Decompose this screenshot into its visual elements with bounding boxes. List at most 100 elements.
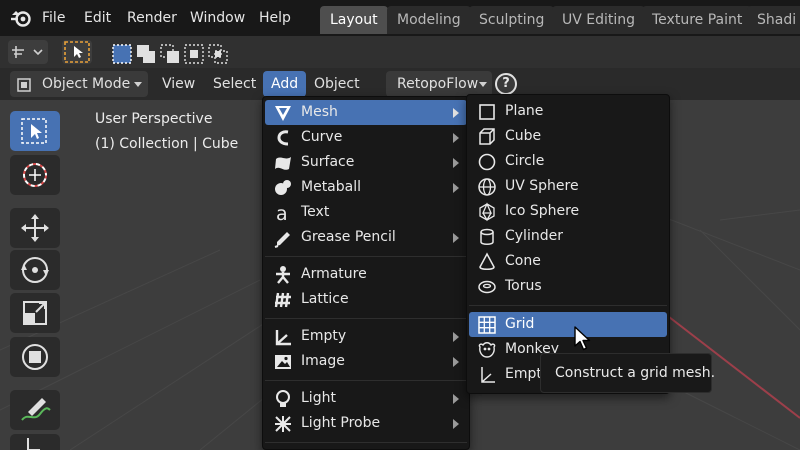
tool-transform[interactable] bbox=[10, 337, 60, 377]
rotate-icon bbox=[21, 257, 49, 283]
view-menu[interactable]: View bbox=[154, 71, 203, 97]
plane-icon bbox=[477, 102, 497, 122]
cursor-select-icon bbox=[64, 41, 90, 63]
scale-icon bbox=[23, 301, 47, 325]
view-perspective-label: User Perspective bbox=[95, 111, 213, 127]
torus-icon bbox=[477, 277, 497, 297]
tab-sculpting[interactable]: Sculpting bbox=[469, 6, 555, 34]
pivot-icon bbox=[12, 46, 43, 58]
help-icon[interactable]: ? bbox=[495, 73, 517, 95]
select-invert-icon[interactable] bbox=[184, 44, 204, 64]
grease-pencil-icon bbox=[273, 228, 293, 248]
submenu-arrow-icon bbox=[453, 332, 459, 342]
tab-uv-editing[interactable]: UV Editing bbox=[552, 6, 646, 34]
menu-label: Image bbox=[301, 353, 345, 369]
mesh-item-cone[interactable]: Cone bbox=[469, 249, 667, 274]
add-menu-item-metaball[interactable]: Metaball bbox=[265, 175, 467, 200]
mesh-item-ico-sphere[interactable]: Ico Sphere bbox=[469, 199, 667, 224]
menu-label: Light bbox=[301, 390, 336, 406]
mesh-item-cylinder[interactable]: Cylinder bbox=[469, 224, 667, 249]
mouse-pointer-icon bbox=[574, 326, 592, 352]
add-menu-item-grease-pencil[interactable]: Grease Pencil bbox=[265, 225, 467, 250]
submenu-arrow-icon bbox=[453, 108, 459, 118]
add-menu-item-armature[interactable]: Armature bbox=[265, 262, 467, 287]
menu-separator bbox=[265, 380, 467, 381]
curve-icon bbox=[273, 128, 293, 148]
light-probe-icon bbox=[273, 414, 293, 434]
menu-separator bbox=[469, 305, 667, 306]
add-menu[interactable]: Add bbox=[263, 71, 307, 97]
menu-render[interactable]: Render bbox=[127, 8, 177, 28]
svg-text:a: a bbox=[276, 203, 288, 223]
retopoflow-label: RetopoFlow bbox=[397, 76, 479, 92]
menu-label: Metaball bbox=[301, 179, 362, 195]
object-mode-icon bbox=[16, 77, 32, 93]
menu-label: Cone bbox=[505, 253, 541, 269]
menu-separator bbox=[265, 318, 467, 319]
add-dropdown-menu: Mesh Curve Surface Metaball a Text Greas… bbox=[262, 96, 470, 450]
menu-help[interactable]: Help bbox=[259, 8, 291, 28]
mesh-item-plane[interactable]: Plane bbox=[469, 99, 667, 124]
uv-sphere-icon bbox=[477, 177, 497, 197]
circle-icon bbox=[477, 152, 497, 172]
menu-separator bbox=[265, 442, 467, 443]
menu-label: Grease Pencil bbox=[301, 229, 396, 245]
tool-scale[interactable] bbox=[10, 293, 60, 333]
menu-label: Cube bbox=[505, 128, 542, 144]
menu-file[interactable]: File bbox=[42, 8, 65, 28]
mesh-item-uv-sphere[interactable]: UV Sphere bbox=[469, 174, 667, 199]
select-intersect-icon[interactable] bbox=[208, 44, 228, 64]
chevron-down-icon bbox=[134, 82, 142, 87]
tab-texture-paint[interactable]: Texture Paint bbox=[642, 6, 753, 34]
menu-edit[interactable]: Edit bbox=[84, 8, 111, 28]
submenu-arrow-icon bbox=[453, 233, 459, 243]
blender-logo-icon[interactable] bbox=[10, 7, 32, 29]
tool-settings-bar bbox=[0, 36, 800, 68]
submenu-arrow-icon bbox=[453, 133, 459, 143]
top-menu-bar: File Edit Render Window Help Layout Mode… bbox=[0, 0, 800, 36]
select-menu[interactable]: Select bbox=[205, 71, 264, 97]
object-menu[interactable]: Object bbox=[306, 71, 368, 97]
menu-label: Plane bbox=[505, 103, 544, 119]
tab-shading[interactable]: Shadi bbox=[747, 6, 800, 34]
empty-mesh-icon bbox=[477, 365, 497, 385]
text-icon: a bbox=[273, 203, 293, 223]
mesh-item-torus[interactable]: Torus bbox=[469, 274, 667, 299]
tool-rotate[interactable] bbox=[10, 250, 60, 290]
surface-icon bbox=[273, 153, 293, 173]
menu-window[interactable]: Window bbox=[190, 8, 245, 28]
select-extend-icon[interactable] bbox=[136, 44, 155, 63]
mesh-item-cube[interactable]: Cube bbox=[469, 124, 667, 149]
select-tool-button[interactable] bbox=[62, 40, 92, 64]
add-menu-item-text[interactable]: a Text bbox=[265, 200, 467, 225]
add-menu-item-light[interactable]: Light bbox=[265, 386, 467, 411]
add-menu-item-image[interactable]: Image bbox=[265, 349, 467, 374]
menu-separator bbox=[265, 256, 467, 257]
mesh-item-circle[interactable]: Circle bbox=[469, 149, 667, 174]
tool-move[interactable] bbox=[10, 208, 60, 248]
menu-label: Armature bbox=[301, 266, 367, 282]
select-new-icon[interactable] bbox=[112, 44, 132, 64]
menu-label: Surface bbox=[301, 154, 355, 170]
annotate-icon bbox=[21, 398, 51, 421]
tool-select-box[interactable] bbox=[10, 111, 60, 151]
tooltip: Construct a grid mesh. bbox=[540, 353, 715, 393]
add-menu-item-lattice[interactable]: Lattice bbox=[265, 287, 467, 312]
add-menu-item-mesh[interactable]: Mesh bbox=[265, 100, 467, 125]
metaball-icon bbox=[273, 178, 293, 198]
select-subtract-icon[interactable] bbox=[160, 44, 179, 63]
tab-modeling[interactable]: Modeling bbox=[387, 6, 471, 34]
collection-label: (1) Collection | Cube bbox=[95, 136, 239, 152]
transform-pivot-dropdown[interactable] bbox=[8, 40, 48, 64]
tab-layout[interactable]: Layout bbox=[320, 6, 388, 34]
mesh-submenu: Plane Cube Circle UV Sphere Ico Sphere C… bbox=[466, 94, 670, 394]
add-menu-item-surface[interactable]: Surface bbox=[265, 150, 467, 175]
cylinder-icon bbox=[477, 227, 497, 247]
tool-annotate[interactable] bbox=[10, 390, 60, 430]
mesh-item-grid[interactable]: Grid bbox=[469, 312, 667, 337]
tool-measure[interactable] bbox=[10, 434, 60, 450]
tool-cursor[interactable] bbox=[10, 155, 60, 195]
add-menu-item-light-probe[interactable]: Light Probe bbox=[265, 411, 467, 436]
add-menu-item-curve[interactable]: Curve bbox=[265, 125, 467, 150]
add-menu-item-empty[interactable]: Empty bbox=[265, 324, 467, 349]
